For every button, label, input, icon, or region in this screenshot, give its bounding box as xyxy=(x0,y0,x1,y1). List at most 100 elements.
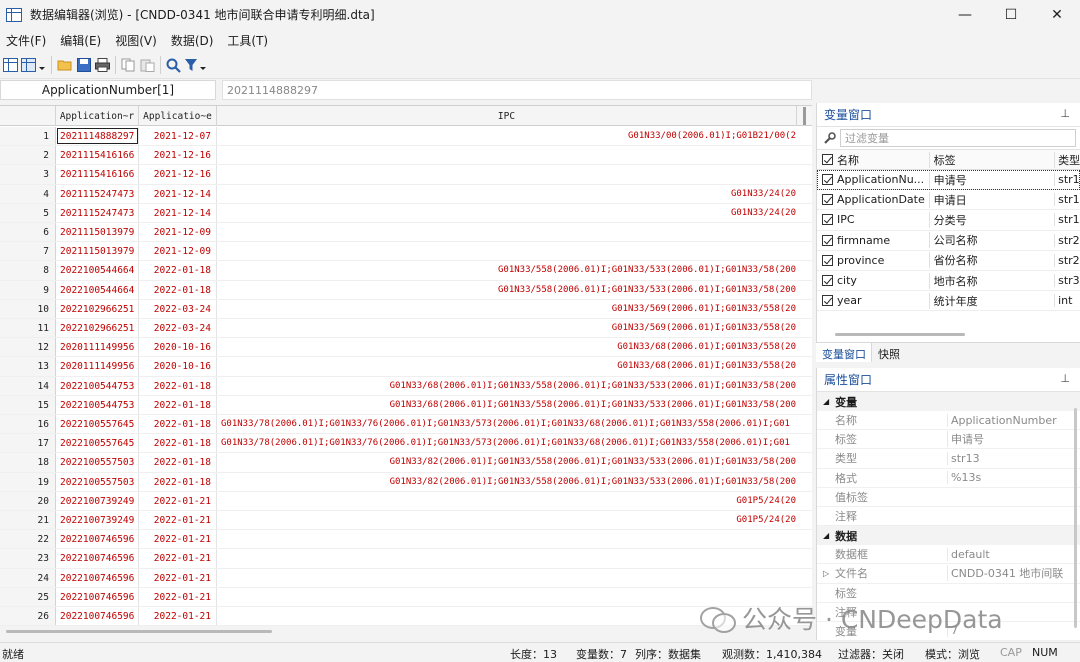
table-row[interactable]: 15 2022100544753 2022-01-18 G01N33/68(2006.… xyxy=(0,395,812,415)
menu-view[interactable]: 视图(V) xyxy=(109,32,165,49)
cell-ipc[interactable]: G01N33/68(2006.01)I;G01N33/558(2006.01)I… xyxy=(217,377,797,395)
row-number[interactable]: 22 xyxy=(0,530,56,549)
menu-data[interactable]: 数据(D) xyxy=(165,32,222,49)
cell-application-number[interactable]: 2022100746596 xyxy=(56,549,139,568)
variable-row[interactable]: firmname 公司名称str20 xyxy=(817,231,1080,251)
property-row[interactable]: ▷ 文件名 CNDD-0341 地市间联 xyxy=(817,564,1080,584)
cell-application-number[interactable]: 2021115013979 xyxy=(56,242,139,261)
cell-application-number[interactable]: 2021115013979 xyxy=(56,223,139,242)
cell-ipc[interactable] xyxy=(217,569,797,587)
cell-application-date[interactable]: 2020-10-16 xyxy=(139,357,217,376)
cell-application-date[interactable]: 2021-12-16 xyxy=(139,165,217,184)
cell-application-number[interactable]: 2021115416166 xyxy=(56,146,139,165)
row-number[interactable]: 21 xyxy=(0,511,56,530)
table-row[interactable]: 16 2022100557645 2022-01-18 G01N33/78(2006.… xyxy=(0,415,812,435)
cell-application-date[interactable]: 2022-01-21 xyxy=(139,549,217,568)
table-row[interactable]: 13 2020111149956 2020-10-16 G01N33/68(2006.… xyxy=(0,357,812,377)
variable-row[interactable]: year 统计年度 int xyxy=(817,291,1080,312)
variables-horizontal-scrollbar[interactable] xyxy=(835,333,965,336)
cell-application-date[interactable]: 2022-01-18 xyxy=(139,280,217,299)
cell-ipc[interactable] xyxy=(217,242,797,260)
table-row[interactable]: 6 2021115013979 2021-12-09 xyxy=(0,223,812,243)
data-section[interactable]: ◢ 数据 xyxy=(817,526,1080,546)
variable-row[interactable]: province 省份名称str24 xyxy=(817,251,1080,271)
cell-ipc[interactable]: G01N33/24(20 xyxy=(217,204,797,222)
table-row[interactable]: 3 2021115416166 2021-12-16 xyxy=(0,165,812,185)
grid-vertical-scrollbar[interactable] xyxy=(803,107,806,125)
grid-horizontal-scrollbar[interactable] xyxy=(0,626,812,640)
cell-application-date[interactable]: 2021-12-07 xyxy=(139,127,217,146)
row-number[interactable]: 18 xyxy=(0,453,56,472)
paste-icon[interactable] xyxy=(138,54,157,76)
table-row[interactable]: 1 2021114888297 2021-12-07 G01N33/00(2006.0… xyxy=(0,127,812,147)
close-button[interactable]: ✕ xyxy=(1034,0,1080,29)
open-folder-icon[interactable] xyxy=(55,54,74,76)
cell-application-date[interactable]: 2020-10-16 xyxy=(139,338,217,357)
cell-application-date[interactable]: 2022-03-24 xyxy=(139,319,217,338)
menu-file[interactable]: 文件(F) xyxy=(0,32,54,49)
cell-application-number[interactable]: 2022100544753 xyxy=(56,395,139,414)
variable-checkbox[interactable] xyxy=(822,194,833,206)
maximize-button[interactable]: ☐ xyxy=(988,0,1034,29)
table-row[interactable]: 24 2022100746596 2022-01-21 xyxy=(0,568,812,588)
data-grid[interactable]: Application~r Applicatio~e IPC 1 20211148… xyxy=(0,105,812,626)
table-row[interactable]: 7 2021115013979 2021-12-09 xyxy=(0,242,812,262)
table-row[interactable]: 20 2022100739249 2022-01-21 G01P5/24(20 xyxy=(0,491,812,511)
cell-application-date[interactable]: 2021-12-14 xyxy=(139,203,217,222)
cell-application-date[interactable]: 2022-03-24 xyxy=(139,299,217,318)
table-row[interactable]: 25 2022100746596 2022-01-21 xyxy=(0,587,812,607)
row-number[interactable]: 13 xyxy=(0,357,56,376)
cell-ipc[interactable]: G01N33/68(2006.01)I;G01N33/558(20 xyxy=(217,357,797,375)
table-row[interactable]: 14 2022100544753 2022-01-18 G01N33/68(2006.… xyxy=(0,376,812,396)
column-header-applicationnumber[interactable]: Application~r xyxy=(56,106,139,126)
cell-ipc[interactable]: G01N33/68(2006.01)I;G01N33/558(20 xyxy=(217,338,797,356)
variable-checkbox[interactable] xyxy=(822,254,833,266)
variable-checkbox[interactable] xyxy=(822,174,833,186)
cell-ipc[interactable]: G01N33/558(2006.01)I;G01N33/533(2006.01)… xyxy=(217,281,797,299)
horizontal-scroll-thumb[interactable] xyxy=(6,630,272,633)
variable-checkbox[interactable] xyxy=(822,275,833,287)
cell-ipc[interactable]: G01N33/24(20 xyxy=(217,185,797,203)
cell-application-date[interactable]: 2022-01-18 xyxy=(139,395,217,414)
cell-application-number[interactable]: 2022100746596 xyxy=(56,587,139,606)
variable-row[interactable]: city 地市名称str33 xyxy=(817,271,1080,292)
row-number[interactable]: 12 xyxy=(0,338,56,357)
cell-application-number[interactable]: 2022100739249 xyxy=(56,491,139,510)
row-number[interactable]: 8 xyxy=(0,261,56,280)
cell-application-date[interactable]: 2022-01-21 xyxy=(139,491,217,510)
cell-application-date[interactable]: 2022-01-21 xyxy=(139,530,217,549)
cell-ipc[interactable] xyxy=(217,146,797,164)
cell-ipc[interactable] xyxy=(217,165,797,183)
row-number[interactable]: 23 xyxy=(0,549,56,568)
collapse-icon[interactable]: ◢ xyxy=(823,397,829,406)
cell-application-number[interactable]: 2022100739249 xyxy=(56,511,139,530)
cell-application-date[interactable]: 2021-12-16 xyxy=(139,146,217,165)
variable-checkbox[interactable] xyxy=(822,234,833,246)
row-number[interactable]: 6 xyxy=(0,223,56,242)
variable-checkbox[interactable] xyxy=(822,295,833,307)
row-number[interactable]: 24 xyxy=(0,568,56,587)
row-number[interactable]: 19 xyxy=(0,472,56,491)
cell-application-number[interactable]: 2022100746596 xyxy=(56,607,139,626)
row-number[interactable]: 25 xyxy=(0,587,56,606)
header-type[interactable]: 类型 xyxy=(1054,151,1080,168)
tab-snapshots[interactable]: 快照 xyxy=(872,343,905,362)
pin-icon[interactable]: ⊥ xyxy=(1060,107,1070,120)
cell-application-number[interactable]: 2020111149956 xyxy=(56,357,139,376)
cell-application-number[interactable]: 2022100746596 xyxy=(56,530,139,549)
cell-application-number[interactable]: 2021114888297 xyxy=(56,127,139,146)
row-number[interactable]: 9 xyxy=(0,280,56,299)
column-header-applicationdate[interactable]: Applicatio~e xyxy=(139,106,217,126)
row-number[interactable]: 5 xyxy=(0,203,56,222)
cell-ipc[interactable]: G01N33/78(2006.01)I;G01N33/76(2006.01)I;… xyxy=(217,434,797,452)
cell-application-date[interactable]: 2021-12-09 xyxy=(139,242,217,261)
header-label[interactable]: 标签 xyxy=(928,151,1054,168)
tab-variables[interactable]: 变量窗口 xyxy=(816,343,872,362)
properties-vertical-scrollbar[interactable] xyxy=(1074,408,1077,628)
copy-icon[interactable] xyxy=(119,54,138,76)
cell-value-input[interactable]: 2021114888297 xyxy=(222,80,812,100)
cell-application-number[interactable]: 2020111149956 xyxy=(56,338,139,357)
row-number[interactable]: 1 xyxy=(0,127,56,146)
cell-ipc[interactable]: G01N33/82(2006.01)I;G01N33/558(2006.01)I… xyxy=(217,473,797,491)
cell-application-number[interactable]: 2021115247473 xyxy=(56,184,139,203)
